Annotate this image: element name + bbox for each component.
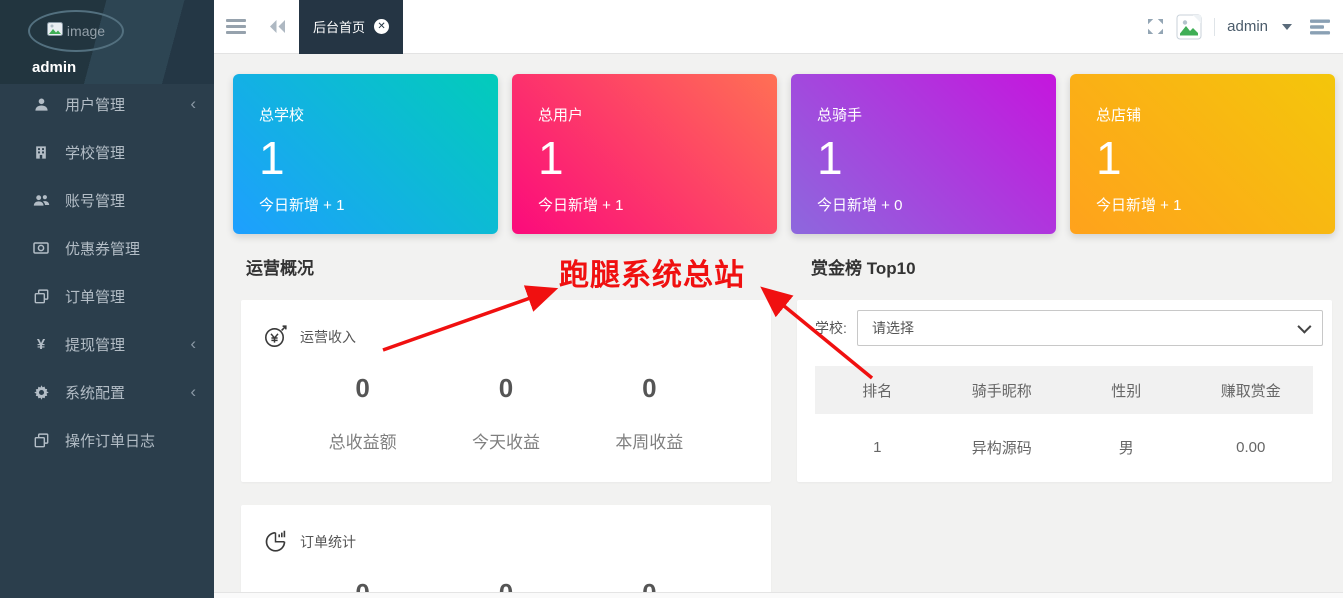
stat-title: 总骑手 — [817, 104, 1030, 125]
logo-placeholder: image — [28, 10, 124, 52]
chevron-left-icon: ‹ — [190, 95, 196, 112]
income-stat-today: 0 今天收益 — [434, 373, 577, 453]
stat-title: 总用户 — [538, 104, 751, 125]
sidebar-item-coupons[interactable]: 优惠券管理 — [0, 224, 214, 272]
sidebar-item-label: 操作订单日志 — [65, 430, 155, 451]
stat-value: 1 — [259, 133, 472, 184]
income-stat-total: 0 总收益额 — [291, 373, 434, 453]
stat-subtitle: 今日新增 + 1 — [1096, 194, 1309, 215]
sidebar-item-settings[interactable]: 系统配置 ‹ — [0, 368, 214, 416]
stat-card-shops[interactable]: 总店铺 1 今日新增 + 1 — [1070, 74, 1335, 234]
income-icon — [263, 324, 288, 349]
sidebar-username: admin — [32, 59, 214, 76]
stat-value: 1 — [1096, 133, 1309, 184]
stat-title: 总学校 — [259, 104, 472, 125]
fullscreen-icon[interactable] — [1147, 18, 1164, 35]
chevron-down-icon — [1297, 320, 1311, 334]
school-select-label: 学校: — [815, 318, 857, 338]
copy-icon — [30, 289, 52, 304]
pie-chart-icon — [263, 529, 288, 554]
tab-label: 后台首页 — [313, 17, 365, 36]
logo-text: image — [67, 23, 105, 39]
chevron-left-icon: ‹ — [190, 383, 196, 400]
copy-icon — [30, 433, 52, 448]
order-stats-panel: 订单统计 0 0 0 — [241, 505, 771, 598]
sidebar-item-order-logs[interactable]: 操作订单日志 — [0, 416, 214, 464]
stat-title: 总店铺 — [1096, 104, 1309, 125]
theme-panel-icon[interactable] — [1310, 19, 1331, 35]
tab-dashboard[interactable]: 后台首页 ✕ — [299, 0, 403, 54]
column-header: 赚取赏金 — [1189, 380, 1314, 401]
sidebar-item-label: 系统配置 — [65, 382, 125, 403]
chevron-down-icon[interactable] — [1282, 24, 1292, 30]
sidebar-logo-area: image admin — [0, 0, 214, 84]
main-content: 总学校 1 今日新增 + 1 总用户 1 今日新增 + 1 总骑手 1 今日新增… — [214, 54, 1343, 598]
section-heading-overview: 运营概况 — [246, 254, 314, 279]
orders-panel-title: 订单统计 — [300, 532, 356, 552]
avatar[interactable] — [1176, 14, 1202, 40]
divider — [1214, 18, 1215, 36]
column-header: 排名 — [815, 380, 940, 401]
users-group-icon — [30, 193, 52, 208]
sidebar-item-schools[interactable]: 学校管理 — [0, 128, 214, 176]
chevron-left-icon: ‹ — [190, 335, 196, 352]
sidebar-item-accounts[interactable]: 账号管理 — [0, 176, 214, 224]
column-header: 骑手昵称 — [940, 380, 1065, 401]
income-panel-title: 运营收入 — [300, 327, 356, 347]
school-select[interactable]: 请选择 — [857, 310, 1323, 346]
stat-cards-row: 总学校 1 今日新增 + 1 总用户 1 今日新增 + 1 总骑手 1 今日新增… — [233, 74, 1335, 234]
annotation-text: 跑腿系统总站 — [559, 250, 745, 294]
income-stat-week: 0 本周收益 — [578, 373, 721, 453]
cell-bounty: 0.00 — [1189, 439, 1314, 456]
sidebar-item-label: 账号管理 — [65, 190, 125, 211]
menu-toggle-icon[interactable] — [226, 16, 246, 38]
stat-subtitle: 今日新增 + 1 — [259, 194, 472, 215]
bounty-table-header: 排名 骑手昵称 性别 赚取赏金 — [815, 366, 1313, 414]
school-icon — [30, 145, 52, 160]
user-icon — [30, 97, 52, 112]
sidebar-item-label: 订单管理 — [65, 286, 125, 307]
coupon-icon — [30, 241, 52, 255]
sidebar-item-users[interactable]: 用户管理 ‹ — [0, 80, 214, 128]
broken-image-icon — [47, 22, 63, 41]
admin-dashboard: image admin 用户管理 ‹ 学校管理 — [0, 0, 1343, 598]
sidebar-item-label: 提现管理 — [65, 334, 125, 355]
sidebar: image admin 用户管理 ‹ 学校管理 — [0, 0, 214, 598]
tab-close-icon[interactable]: ✕ — [374, 19, 389, 34]
stat-subtitle: 今日新增 + 1 — [538, 194, 751, 215]
stat-value: 1 — [538, 133, 751, 184]
stat-card-schools[interactable]: 总学校 1 今日新增 + 1 — [233, 74, 498, 234]
bounty-panel: 学校: 请选择 排名 骑手昵称 性别 赚取赏金 1 异构源码 男 0.00 — [797, 300, 1332, 482]
section-heading-bounty: 赏金榜 Top10 — [811, 254, 916, 279]
yen-icon: ¥ — [30, 336, 52, 353]
income-panel: 运营收入 0 总收益额 0 今天收益 0 本周收益 — [241, 300, 771, 482]
collapse-tabs-icon[interactable] — [268, 19, 287, 34]
bounty-table: 排名 骑手昵称 性别 赚取赏金 1 异构源码 男 0.00 — [815, 366, 1313, 480]
sidebar-item-label: 学校管理 — [65, 142, 125, 163]
sidebar-menu: 用户管理 ‹ 学校管理 账号管理 优惠券管理 — [0, 80, 214, 464]
sidebar-item-orders[interactable]: 订单管理 — [0, 272, 214, 320]
stat-card-riders[interactable]: 总骑手 1 今日新增 + 0 — [791, 74, 1056, 234]
stat-value: 1 — [817, 133, 1030, 184]
sidebar-item-withdrawals[interactable]: ¥ 提现管理 ‹ — [0, 320, 214, 368]
cell-gender: 男 — [1064, 437, 1189, 458]
sidebar-item-label: 用户管理 — [65, 94, 125, 115]
topbar: 后台首页 ✕ admin — [214, 0, 1343, 54]
sidebar-item-label: 优惠券管理 — [65, 238, 140, 259]
school-select-value: 请选择 — [872, 318, 914, 338]
cell-rank: 1 — [815, 439, 940, 456]
table-row[interactable]: 1 异构源码 男 0.00 — [815, 414, 1313, 480]
topbar-right: admin — [1147, 14, 1343, 40]
topbar-username[interactable]: admin — [1227, 18, 1268, 35]
stat-subtitle: 今日新增 + 0 — [817, 194, 1030, 215]
gear-icon — [30, 385, 52, 400]
horizontal-scrollbar-track[interactable] — [214, 592, 1343, 598]
column-header: 性别 — [1064, 380, 1189, 401]
stat-card-users[interactable]: 总用户 1 今日新增 + 1 — [512, 74, 777, 234]
cell-rider-name: 异构源码 — [940, 437, 1065, 458]
